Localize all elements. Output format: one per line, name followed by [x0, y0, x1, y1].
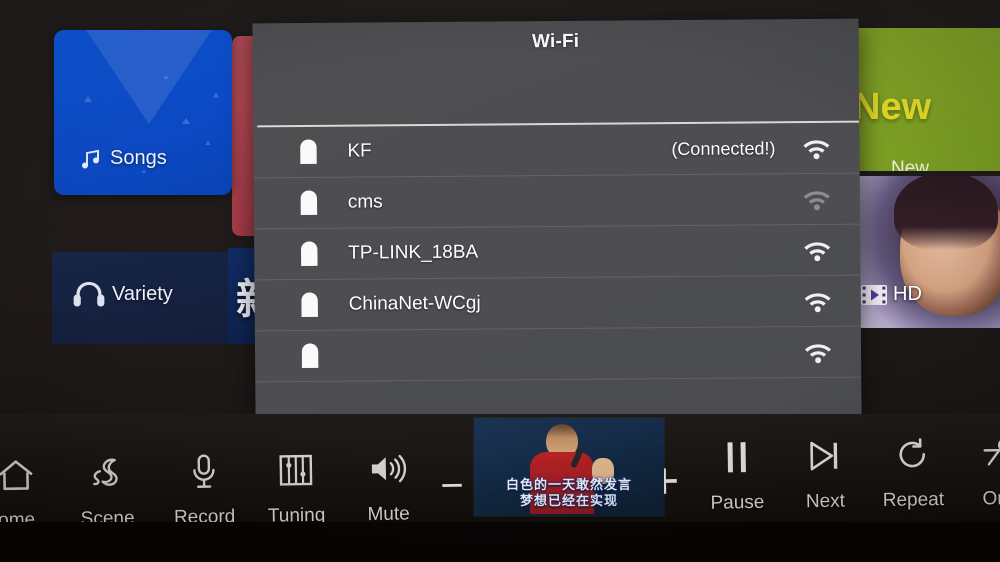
wifi-network-row[interactable]: TP-LINK_18BA: [254, 224, 861, 281]
toolbar-button-mute[interactable]: Mute: [336, 445, 441, 527]
tile-variety-label-group: Variety: [72, 280, 173, 308]
tile-hd-label-group: HD: [860, 283, 922, 306]
lock-icon: [295, 138, 321, 166]
toolbar-button-tuning[interactable]: Tuning: [244, 446, 349, 528]
tile-new[interactable]: New New: [845, 28, 1000, 171]
photo-hair: [894, 176, 998, 250]
volume-down-button[interactable]: −: [430, 464, 474, 508]
tile-variety-label: Variety: [112, 282, 173, 305]
tile-hd-label: HD: [893, 283, 922, 305]
screen-bottom-bezel: [0, 522, 1000, 562]
toolbar-label-original: Orig: [982, 487, 1000, 510]
lock-icon: [296, 189, 322, 217]
wifi-network-name: TP-LINK_18BA: [348, 241, 479, 264]
scene-icon: [55, 449, 160, 497]
mic-icon: [152, 448, 257, 496]
triangle-decoration: [82, 30, 216, 124]
tile-songs-label-group: Songs: [78, 145, 167, 171]
toolbar-button-scene[interactable]: Scene: [55, 449, 160, 531]
wifi-network-status: (Connected!): [671, 137, 776, 159]
tile-variety[interactable]: Variety: [52, 252, 242, 344]
wifi-dialog: Wi-Fi KF (Connected!) cms TP-LINK_18BA C…: [252, 18, 862, 420]
tv-screen: Songs Variety 新: [0, 0, 1000, 562]
music-note-icon: [78, 145, 104, 171]
lock-icon: [297, 291, 323, 319]
wifi-signal-icon: [803, 340, 833, 364]
tile-new-label: New: [891, 158, 930, 171]
original-icon: [947, 429, 1000, 477]
toolbar-button-record[interactable]: Record: [152, 448, 257, 530]
wifi-network-name: KF: [347, 140, 372, 162]
wifi-network-row[interactable]: [254, 326, 862, 383]
tile-new-heading: New: [853, 86, 932, 128]
lock-icon: [296, 240, 322, 268]
speaker-icon: [336, 445, 441, 493]
tile-songs[interactable]: Songs: [54, 30, 232, 195]
wifi-network-row[interactable]: cms: [253, 173, 861, 230]
toolbar-button-original[interactable]: Orig: [947, 429, 1000, 511]
wifi-signal-icon: [802, 187, 832, 211]
wifi-dialog-title: Wi-Fi: [531, 30, 580, 53]
tuning-icon: [244, 446, 349, 494]
subtitle-line-2: 梦想已经在实现: [519, 494, 618, 509]
wifi-network-row[interactable]: KF (Connected!): [253, 122, 860, 179]
tile-songs-label: Songs: [110, 146, 167, 169]
wifi-signal-icon: [803, 289, 833, 313]
wifi-signal-icon: [801, 136, 831, 160]
wifi-network-name: cms: [347, 191, 383, 213]
wifi-network-name: ChinaNet-WCgj: [348, 292, 481, 315]
headphones-icon: [72, 280, 106, 308]
film-play-icon: [860, 284, 888, 306]
wifi-network-row[interactable]: ChinaNet-WCgj: [254, 275, 861, 332]
wifi-signal-icon: [802, 238, 832, 262]
lock-icon: [297, 342, 323, 370]
tile-hd[interactable]: HD: [848, 176, 1000, 328]
wifi-network-list[interactable]: KF (Connected!) cms TP-LINK_18BA ChinaNe…: [253, 122, 862, 420]
video-preview-thumbnail[interactable]: 白色的一天敢然发言 梦想已经在实现: [474, 418, 664, 516]
